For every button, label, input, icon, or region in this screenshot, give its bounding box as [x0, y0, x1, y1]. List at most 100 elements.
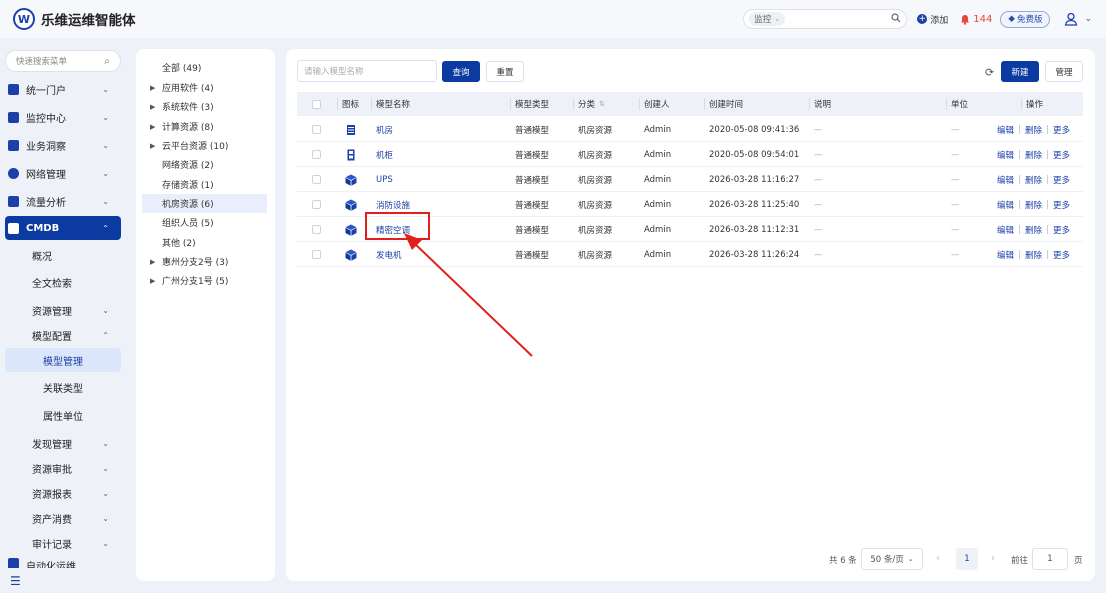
reset-button[interactable]: 重置: [486, 61, 524, 82]
tree-item[interactable]: ▶ 应用软件 (4): [142, 78, 267, 97]
menu-search-input[interactable]: 快速搜索菜单 ⌕: [5, 50, 121, 72]
sidebar-sub-audit[interactable]: 审计记录 ⌄: [5, 532, 121, 554]
global-search[interactable]: 监控 ⌄: [743, 9, 908, 29]
edit-link[interactable]: 编辑: [997, 124, 1014, 136]
user-menu[interactable]: ⌄: [1064, 12, 1092, 26]
tree-item[interactable]: ▶ 计算资源 (8): [142, 117, 267, 136]
edit-link[interactable]: 编辑: [997, 224, 1014, 236]
sidebar-item-network[interactable]: 网络管理 ⌄: [5, 162, 121, 184]
refresh-icon[interactable]: ⟳: [985, 66, 994, 79]
model-name-search-input[interactable]: 请输入模型名称: [297, 60, 437, 82]
caret-right-icon[interactable]: ▶: [150, 277, 162, 285]
model-name-link[interactable]: 机柜: [376, 142, 393, 167]
sidebar-item-portal[interactable]: 统一门户 ⌄: [5, 78, 121, 100]
manage-button[interactable]: 管理: [1045, 61, 1083, 82]
sidebar-sub-approval[interactable]: 资源审批 ⌄: [5, 457, 121, 479]
sort-icon[interactable]: ⇅: [599, 100, 605, 108]
col-category[interactable]: 分类 ⇅: [573, 92, 605, 116]
row-checkbox[interactable]: [312, 200, 321, 209]
delete-link[interactable]: 删除: [1025, 174, 1042, 186]
search-icon[interactable]: ⌕: [104, 56, 110, 67]
collapse-menu-icon[interactable]: ☰: [10, 574, 21, 588]
edit-link[interactable]: 编辑: [997, 199, 1014, 211]
model-name-link[interactable]: UPS: [376, 167, 393, 192]
alert-button[interactable]: 144: [960, 14, 992, 25]
caret-right-icon[interactable]: ▶: [150, 258, 162, 266]
more-link[interactable]: 更多: [1053, 174, 1070, 186]
tree-item-selected[interactable]: 机房资源 (6): [142, 194, 267, 213]
app-logo[interactable]: W: [13, 8, 35, 30]
delete-link[interactable]: 删除: [1025, 124, 1042, 136]
sidebar-sub-report[interactable]: 资源报表 ⌄: [5, 482, 121, 504]
search-scope-select[interactable]: 监控 ⌄: [749, 12, 786, 26]
sidebar-item-cmdb[interactable]: CMDB ⌃: [5, 216, 121, 240]
free-edition-badge[interactable]: ◆ 免费版: [1000, 10, 1051, 28]
sidebar-item-automation[interactable]: 自动化运维: [5, 558, 121, 568]
table-row[interactable]: 发电机 普通模型 机房资源 Admin 2026-03-28 11:26:24 — — 编辑删…: [297, 242, 1083, 267]
delete-link[interactable]: 删除: [1025, 199, 1042, 211]
prev-page-icon[interactable]: ‹: [936, 553, 940, 564]
more-link[interactable]: 更多: [1053, 249, 1070, 261]
tree-item[interactable]: 网络资源 (2): [142, 155, 267, 174]
row-checkbox[interactable]: [312, 225, 321, 234]
edit-link[interactable]: 编辑: [997, 249, 1014, 261]
tree-item[interactable]: 存储资源 (1): [142, 175, 267, 194]
tree-item[interactable]: 全部 (49): [142, 58, 267, 77]
sidebar-sub-discovery[interactable]: 发现管理 ⌄: [5, 432, 121, 454]
row-checkbox[interactable]: [312, 175, 321, 184]
tree-item[interactable]: ▶ 云平台资源 (10): [142, 136, 267, 155]
tree-item[interactable]: ▶ 惠州分支2号 (3): [142, 252, 267, 271]
sidebar-sub-resource[interactable]: 资源管理 ⌄: [5, 299, 121, 321]
select-all-checkbox[interactable]: [312, 99, 321, 109]
more-link[interactable]: 更多: [1053, 224, 1070, 236]
page-size-select[interactable]: 50 条/页 ⌄: [861, 548, 923, 570]
row-actions: 编辑 删除 更多: [997, 142, 1070, 167]
caret-right-icon[interactable]: ▶: [150, 84, 162, 92]
sidebar-sub-fulltext[interactable]: 全文检索: [5, 271, 121, 293]
sidebar-sub-attr-unit[interactable]: 属性单位: [5, 403, 121, 427]
tree-item[interactable]: ▶ 广州分支1号 (5): [142, 271, 267, 290]
current-page[interactable]: 1: [956, 548, 978, 570]
row-checkbox[interactable]: [312, 250, 321, 259]
new-button[interactable]: 新建: [1001, 61, 1039, 82]
tree-item[interactable]: 其他 (2): [142, 233, 267, 252]
delete-link[interactable]: 删除: [1025, 249, 1042, 261]
sidebar-sub-overview[interactable]: 概况: [5, 244, 121, 266]
more-link[interactable]: 更多: [1053, 124, 1070, 136]
sidebar-item-traffic[interactable]: 流量分析 ⌄: [5, 190, 121, 212]
top-header: W 乐维运维智能体 监控 ⌄ + 添加 144 ◆ 免费版 ⌄: [0, 0, 1106, 38]
model-name-link[interactable]: 机房: [376, 117, 393, 142]
delete-link[interactable]: 删除: [1025, 149, 1042, 161]
table-row[interactable]: 机柜 普通模型 机房资源 Admin 2020-05-08 09:54:01 — — 编辑 删除…: [297, 142, 1083, 167]
sidebar-sub-relation-type[interactable]: 关联类型: [5, 375, 121, 399]
sidebar-sub-model-manage[interactable]: 模型管理: [5, 348, 121, 372]
model-created-time: 2020-05-08 09:54:01: [709, 149, 800, 160]
next-page-icon[interactable]: ›: [991, 553, 995, 564]
add-button[interactable]: + 添加: [917, 13, 948, 26]
edit-link[interactable]: 编辑: [997, 149, 1014, 161]
query-button[interactable]: 查询: [442, 61, 480, 82]
more-link[interactable]: 更多: [1053, 199, 1070, 211]
chevron-down-icon: ⌄: [102, 84, 109, 94]
sidebar-sub-label: 资源报表: [32, 489, 72, 501]
search-icon[interactable]: [891, 12, 901, 26]
sidebar-item-monitor[interactable]: 监控中心 ⌄: [5, 106, 121, 128]
table-row[interactable]: 机房 普通模型 机房资源 Admin 2020-05-08 09:41:36 — — 编辑 删除…: [297, 117, 1083, 142]
cabinet-icon: [345, 149, 357, 161]
row-checkbox[interactable]: [312, 150, 321, 159]
caret-right-icon[interactable]: ▶: [150, 123, 162, 131]
tree-item[interactable]: 组织人员 (5): [142, 213, 267, 232]
row-checkbox[interactable]: [312, 125, 321, 134]
sidebar-sub-consume[interactable]: 资产消费 ⌄: [5, 507, 121, 529]
sidebar-sub-model-config[interactable]: 模型配置 ⌃: [5, 324, 121, 346]
edit-link[interactable]: 编辑: [997, 174, 1014, 186]
model-name-link[interactable]: 发电机: [376, 242, 402, 267]
delete-link[interactable]: 删除: [1025, 224, 1042, 236]
table-row[interactable]: UPS 普通模型 机房资源 Admin 2026-03-28 11:16:27 — — 编辑删…: [297, 167, 1083, 192]
caret-right-icon[interactable]: ▶: [150, 142, 162, 150]
tree-item[interactable]: ▶ 系统软件 (3): [142, 97, 267, 116]
more-link[interactable]: 更多: [1053, 149, 1070, 161]
caret-right-icon[interactable]: ▶: [150, 103, 162, 111]
sidebar-item-business[interactable]: 业务洞察 ⌄: [5, 134, 121, 156]
goto-page-input[interactable]: 1: [1032, 548, 1068, 570]
